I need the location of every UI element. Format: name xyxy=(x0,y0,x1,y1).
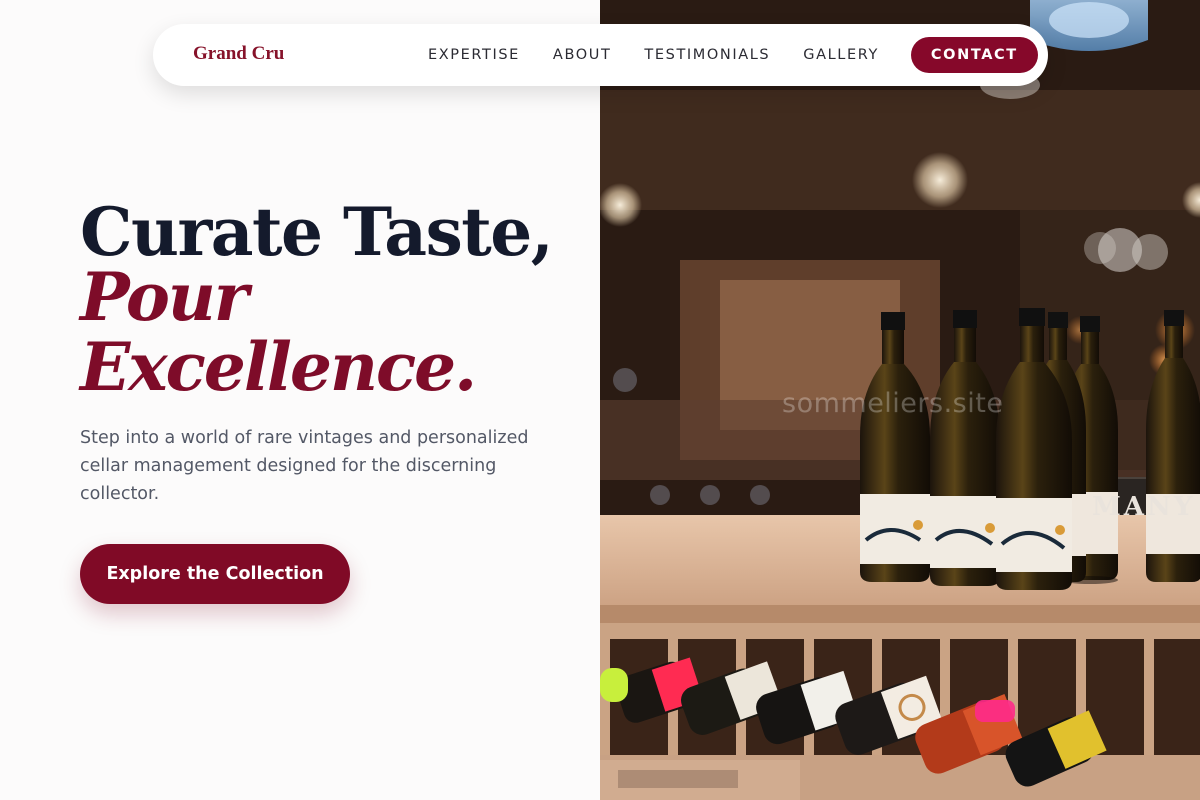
store-sign-text: MANY xyxy=(1092,492,1196,522)
contact-button[interactable]: CONTACT xyxy=(910,37,1038,73)
hero-section: Curate Taste, Pour Excellence. Step into… xyxy=(80,190,554,604)
nav-links: EXPERTISE ABOUT TESTIMONIALS GALLERY CON… xyxy=(428,24,1038,86)
nav-link-expertise[interactable]: EXPERTISE xyxy=(428,47,520,63)
hero-photo: sommeliers.site MANY xyxy=(600,0,1200,800)
nav-link-gallery[interactable]: GALLERY xyxy=(803,47,879,63)
headline-line-3: Excellence. xyxy=(80,328,477,406)
hero-description: Step into a world of rare vintages and p… xyxy=(80,428,529,504)
explore-collection-button[interactable]: Explore the Collection xyxy=(80,544,350,604)
nav-link-testimonials[interactable]: TESTIMONIALS xyxy=(644,47,770,63)
image-watermark: sommeliers.site xyxy=(782,388,1004,419)
top-navigation: Grand Cru EXPERTISE ABOUT TESTIMONIALS G… xyxy=(153,24,1048,86)
brand-logo[interactable]: Grand Cru xyxy=(193,43,284,65)
hero-headline: Curate Taste, Pour Excellence. xyxy=(80,190,554,406)
nav-link-about[interactable]: ABOUT xyxy=(553,47,612,63)
